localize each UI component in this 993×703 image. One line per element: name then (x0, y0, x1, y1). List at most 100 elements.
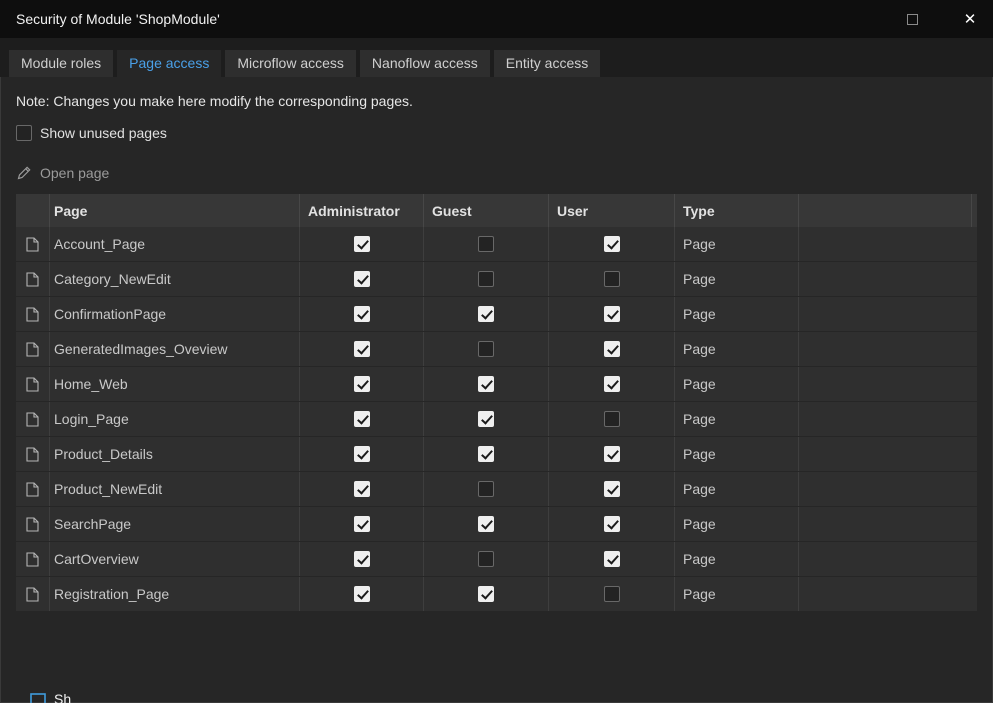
user-checkbox[interactable] (549, 542, 675, 576)
column-header-administrator[interactable]: Administrator (300, 194, 424, 227)
note-text: Note: Changes you make here modify the c… (16, 93, 413, 109)
maximize-icon (906, 13, 918, 25)
user-checkbox[interactable] (549, 367, 675, 401)
user-checkbox[interactable] (549, 577, 675, 611)
titlebar: Security of Module 'ShopModule' ✕ (0, 0, 993, 38)
checkbox-icon (603, 446, 620, 462)
checkbox-icon (478, 551, 494, 567)
administrator-checkbox[interactable] (300, 542, 424, 576)
table-row[interactable]: ConfirmationPage Page (16, 297, 977, 332)
page-icon (16, 577, 50, 611)
open-page-label: Open page (40, 165, 110, 181)
maximize-button[interactable] (889, 0, 935, 38)
table-row[interactable]: GeneratedImages_Oveview Page (16, 332, 977, 367)
page-type: Page (675, 437, 799, 471)
user-checkbox[interactable] (549, 472, 675, 506)
table-row[interactable]: Registration_Page Page (16, 577, 977, 612)
guest-checkbox[interactable] (424, 437, 549, 471)
checkbox-icon (603, 586, 620, 602)
tab-nanoflow-access[interactable]: Nanoflow access (358, 49, 491, 77)
administrator-checkbox[interactable] (300, 577, 424, 611)
page-name: Login_Page (50, 402, 300, 436)
guest-checkbox[interactable] (424, 367, 549, 401)
open-page-button[interactable]: Open page (16, 165, 109, 181)
user-checkbox[interactable] (549, 332, 675, 366)
page-type: Page (675, 297, 799, 331)
guest-checkbox[interactable] (424, 472, 549, 506)
table-row[interactable]: SearchPage Page (16, 507, 977, 542)
administrator-checkbox[interactable] (300, 472, 424, 506)
guest-checkbox[interactable] (424, 402, 549, 436)
page-icon (16, 542, 50, 576)
administrator-checkbox[interactable] (300, 402, 424, 436)
tab-entity-access[interactable]: Entity access (492, 49, 602, 77)
checkbox-icon (603, 411, 620, 427)
user-checkbox[interactable] (549, 262, 675, 296)
table-row[interactable]: Category_NewEdit Page (16, 262, 977, 297)
show-unused-pages-checkbox[interactable]: Show unused pages (16, 125, 977, 141)
guest-checkbox[interactable] (424, 297, 549, 331)
checkbox-icon (478, 446, 494, 462)
table-toolbar: Open page (16, 165, 977, 184)
table-row[interactable]: Account_Page Page (16, 227, 977, 262)
column-header-icon (16, 194, 50, 227)
administrator-checkbox[interactable] (300, 297, 424, 331)
user-checkbox[interactable] (549, 402, 675, 436)
checkbox-icon (353, 481, 370, 497)
close-button[interactable]: ✕ (947, 0, 993, 38)
page-access-table: Page Administrator Guest User Type Accou… (16, 194, 977, 612)
close-icon: ✕ (963, 11, 977, 28)
checkbox-icon (353, 411, 370, 427)
user-checkbox[interactable] (549, 437, 675, 471)
checkbox-icon (478, 481, 494, 497)
column-header-type[interactable]: Type (675, 194, 799, 227)
tab-microflow-access[interactable]: Microflow access (224, 49, 357, 77)
checkbox-icon (478, 306, 494, 322)
tab-page-access[interactable]: Page access (116, 49, 223, 77)
checkbox-icon (603, 306, 620, 322)
table-row[interactable]: Login_Page Page (16, 402, 977, 437)
table-row[interactable]: Product_Details Page (16, 437, 977, 472)
guest-checkbox[interactable] (424, 577, 549, 611)
checkbox-icon (478, 376, 494, 392)
table-body: Account_Page Page Category_NewEdit Page Conf… (16, 227, 977, 612)
page-name: SearchPage (50, 507, 300, 541)
table-row[interactable]: CartOverview Page (16, 542, 977, 577)
window-title: Security of Module 'ShopModule' (16, 11, 220, 27)
tab-module-roles[interactable]: Module roles (8, 49, 115, 77)
table-row[interactable]: Product_NewEdit Page (16, 472, 977, 507)
show-unused-pages-label: Show unused pages (40, 125, 167, 141)
checkbox-icon (353, 551, 370, 567)
page-name: Product_Details (50, 437, 300, 471)
page-type: Page (675, 472, 799, 506)
user-checkbox[interactable] (549, 507, 675, 541)
page-name: ConfirmationPage (50, 297, 300, 331)
column-header-guest[interactable]: Guest (424, 194, 549, 227)
checkbox-icon (353, 271, 370, 287)
administrator-checkbox[interactable] (300, 507, 424, 541)
page-type: Page (675, 262, 799, 296)
administrator-checkbox[interactable] (300, 262, 424, 296)
guest-checkbox[interactable] (424, 542, 549, 576)
page-type: Page (675, 227, 799, 261)
checkbox-icon (353, 516, 370, 532)
column-header-user[interactable]: User (549, 194, 675, 227)
page-name: CartOverview (50, 542, 300, 576)
administrator-checkbox[interactable] (300, 437, 424, 471)
guest-checkbox[interactable] (424, 227, 549, 261)
administrator-checkbox[interactable] (300, 227, 424, 261)
column-header-page[interactable]: Page (50, 194, 300, 227)
guest-checkbox[interactable] (424, 262, 549, 296)
user-checkbox[interactable] (549, 227, 675, 261)
page-icon (16, 332, 50, 366)
checkbox-icon (478, 586, 494, 602)
table-row[interactable]: Home_Web Page (16, 367, 977, 402)
administrator-checkbox[interactable] (300, 332, 424, 366)
guest-checkbox[interactable] (424, 332, 549, 366)
page-icon (16, 472, 50, 506)
administrator-checkbox[interactable] (300, 367, 424, 401)
checkbox-icon (353, 236, 370, 252)
checkbox-icon (603, 551, 620, 567)
user-checkbox[interactable] (549, 297, 675, 331)
guest-checkbox[interactable] (424, 507, 549, 541)
